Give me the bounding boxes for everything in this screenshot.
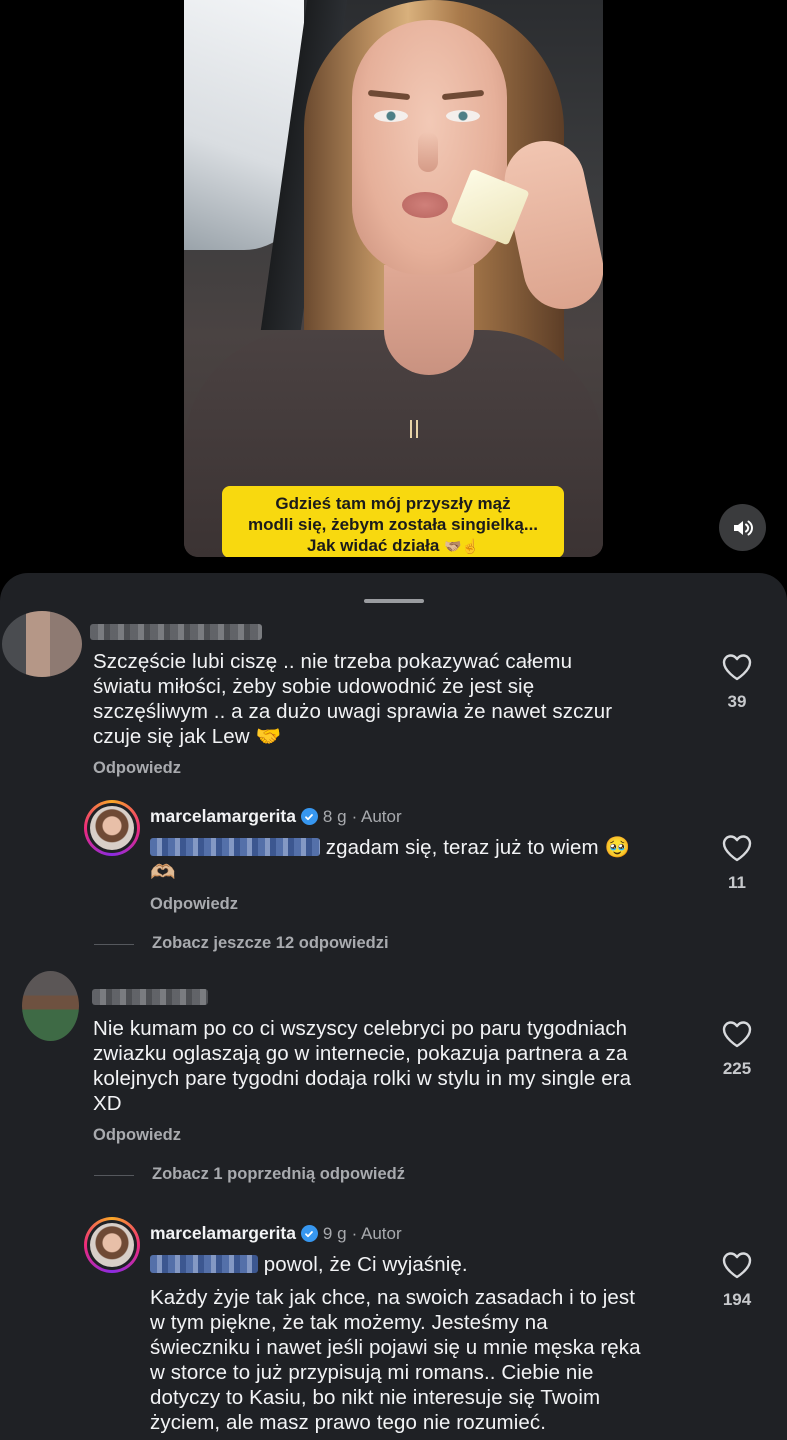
username[interactable]: marcelamargerita <box>150 1223 296 1244</box>
reply-button[interactable]: Odpowiedz <box>93 1126 181 1145</box>
caption-line: Jak widać działa 🫱🏼‍🫲🏽☝️ <box>307 536 479 555</box>
view-previous-replies-button[interactable]: Zobacz 1 poprzednią odpowiedź <box>93 1165 405 1184</box>
lips-image <box>402 192 448 218</box>
verified-badge-icon <box>300 808 318 825</box>
username[interactable]: marcelamargerita <box>150 806 296 827</box>
like-count: 225 <box>722 1059 752 1078</box>
like-button[interactable]: 225 <box>707 1020 767 1079</box>
caption-line: Gdzieś tam mój przyszły mąż <box>275 494 511 513</box>
username-blurred[interactable] <box>90 624 262 640</box>
author-avatar[interactable] <box>84 800 140 856</box>
video-caption: Gdzieś tam mój przyszły mąż modli się, ż… <box>222 486 564 557</box>
author-label: · Autor <box>351 1223 402 1243</box>
reply-text: zgadam się, teraz już to wiem 🥹 🫶🏼 <box>150 836 631 884</box>
eye-image <box>446 110 480 122</box>
verified-badge-icon <box>300 1225 318 1242</box>
sound-toggle-button[interactable] <box>719 504 766 551</box>
like-count: 194 <box>722 1290 752 1309</box>
heart-icon <box>722 835 752 862</box>
like-count: 39 <box>727 692 747 711</box>
nose-image <box>418 132 438 172</box>
reply-header: marcelamargerita 9 g · Autor <box>150 1223 402 1244</box>
like-button[interactable]: 39 <box>707 653 767 712</box>
speaker-icon <box>733 520 753 535</box>
like-button[interactable]: 194 <box>707 1251 767 1310</box>
reply-button[interactable]: Odpowiedz <box>93 759 181 778</box>
neck-image <box>384 265 474 375</box>
mention-blurred[interactable] <box>150 838 320 856</box>
comment-text: Nie kumam po co ci wszyscy celebryci po … <box>93 1017 632 1115</box>
reply-header: marcelamargerita 8 g · Autor <box>150 806 402 827</box>
comments-sheet: Szczęście lubi ciszę .. nie trzeba pokaz… <box>0 573 787 1440</box>
avatar[interactable] <box>22 971 79 1041</box>
video-area: Gdzieś tam mój przyszły mąż modli się, ż… <box>0 0 787 575</box>
reply-text: powol, że Ci wyjaśnię. Każdy żyje tak ja… <box>150 1253 641 1434</box>
timestamp: 9 g <box>322 1223 347 1243</box>
avatar[interactable] <box>2 611 82 677</box>
reel-video[interactable]: Gdzieś tam mój przyszły mąż modli się, ż… <box>184 0 603 557</box>
username-blurred[interactable] <box>92 989 208 1005</box>
reply-button[interactable]: Odpowiedz <box>150 895 238 914</box>
heart-icon <box>722 1252 752 1279</box>
eye-image <box>374 110 408 122</box>
timestamp: 8 g <box>322 806 347 826</box>
like-button[interactable]: 11 <box>707 834 767 893</box>
sheet-drag-handle[interactable] <box>364 599 424 603</box>
author-avatar[interactable] <box>84 1217 140 1273</box>
necklace-image <box>410 420 418 438</box>
heart-icon <box>722 1021 752 1048</box>
caption-line: modli się, żebym została singielką... <box>247 515 539 534</box>
view-more-replies-button[interactable]: Zobacz jeszcze 12 odpowiedzi <box>94 934 389 953</box>
caption-emoji: 🫱🏼‍🫲🏽☝️ <box>444 538 479 554</box>
heart-icon <box>722 654 752 681</box>
mention-blurred[interactable] <box>150 1255 258 1273</box>
like-count: 11 <box>728 873 746 892</box>
author-label: · Autor <box>351 806 402 826</box>
comment-text: Szczęście lubi ciszę .. nie trzeba pokaz… <box>93 650 613 748</box>
